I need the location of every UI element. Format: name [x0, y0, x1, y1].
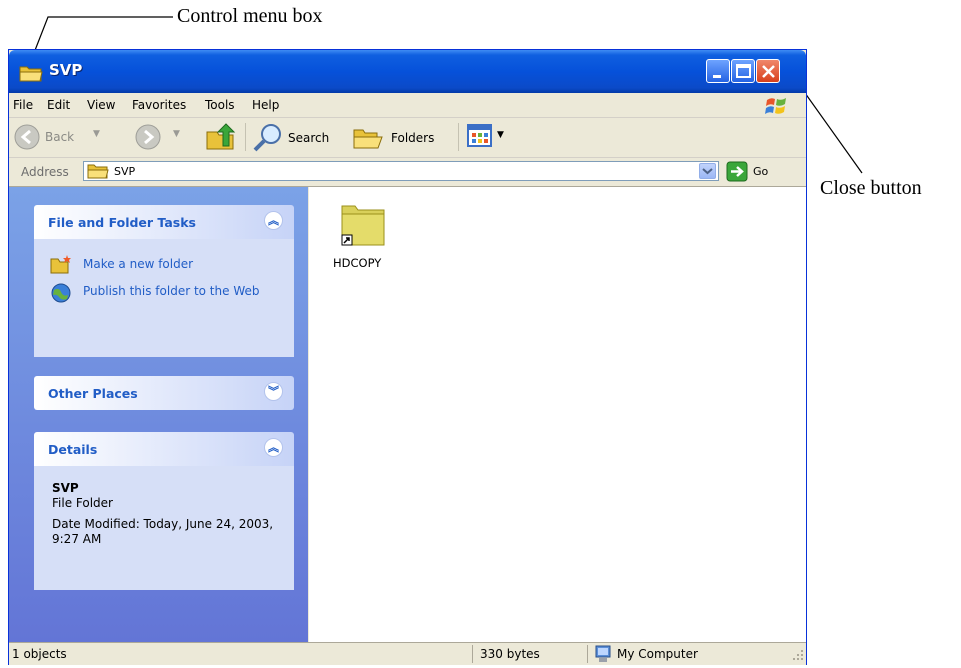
- task-pane: File and Folder Tasks ︽ Make a new folde…: [9, 187, 308, 642]
- status-separator: [472, 645, 473, 663]
- back-dropdown-icon[interactable]: ▼: [93, 129, 100, 139]
- other-places-title: Other Places: [48, 386, 138, 401]
- file-folder-tasks-title: File and Folder Tasks: [48, 215, 196, 230]
- go-button[interactable]: Go: [726, 161, 778, 183]
- close-icon: [762, 65, 775, 78]
- status-size: 330 bytes: [480, 647, 540, 661]
- details-title: Details: [48, 442, 98, 457]
- search-label: Search: [288, 131, 330, 145]
- address-input[interactable]: SVP: [83, 161, 719, 181]
- publish-web-icon: [51, 283, 71, 303]
- go-arrow-icon: [726, 161, 748, 182]
- file-folder-tasks-body: Make a new folder Publish this folder to…: [34, 239, 294, 357]
- back-label: Back: [45, 130, 75, 144]
- back-button[interactable]: Back ▼: [13, 122, 113, 152]
- folders-label: Folders: [391, 131, 435, 145]
- menu-favorites[interactable]: Favorites: [132, 98, 186, 112]
- close-button[interactable]: [756, 59, 780, 83]
- views-button[interactable]: ▼: [467, 124, 509, 150]
- menu-file[interactable]: File: [13, 98, 33, 112]
- minimize-button[interactable]: [706, 59, 730, 83]
- details-name: SVP: [52, 481, 79, 495]
- status-object-count: 1 objects: [12, 647, 67, 661]
- windows-logo-icon: [765, 98, 786, 114]
- collapse-chevron-icon[interactable]: ︽: [264, 438, 283, 457]
- menu-bar: File Edit View Favorites Tools Help: [9, 93, 806, 118]
- views-icon: [467, 124, 492, 147]
- file-name: HDCOPY: [333, 256, 382, 270]
- publish-folder-link[interactable]: Publish this folder to the Web: [83, 284, 263, 298]
- resize-grip-icon[interactable]: [791, 648, 805, 662]
- file-item[interactable]: HDCOPY: [331, 202, 397, 272]
- title-bar[interactable]: SVP: [9, 50, 806, 93]
- forward-dropdown-icon[interactable]: ▼: [173, 129, 180, 139]
- menu-edit[interactable]: Edit: [47, 98, 70, 112]
- up-folder-icon[interactable]: [205, 122, 237, 152]
- make-new-folder-link[interactable]: Make a new folder: [83, 257, 193, 271]
- other-places-header[interactable]: Other Places ︾: [34, 376, 294, 410]
- minimize-icon: [713, 75, 721, 78]
- folder-icon: [87, 164, 109, 179]
- folders-icon: [353, 129, 383, 149]
- chevron-down-icon: [702, 168, 713, 175]
- folder-icon[interactable]: [19, 64, 43, 82]
- maximize-button[interactable]: [731, 59, 755, 83]
- details-header[interactable]: Details ︽: [34, 432, 294, 466]
- address-bar: Address SVP Go: [9, 158, 806, 187]
- details-modified: Date Modified: Today, June 24, 2003, 9:2…: [52, 517, 274, 546]
- folder-shortcut-icon: [341, 205, 385, 246]
- views-dropdown-icon: ▼: [497, 130, 504, 140]
- file-folder-tasks-header[interactable]: File and Folder Tasks ︽: [34, 205, 294, 239]
- back-arrow-icon: [14, 124, 40, 150]
- status-bar: 1 objects 330 bytes My Computer: [9, 642, 806, 665]
- menu-help[interactable]: Help: [252, 98, 279, 112]
- go-label: Go: [753, 165, 769, 178]
- toolbar-separator: [458, 123, 459, 151]
- menu-tools[interactable]: Tools: [205, 98, 235, 112]
- status-location: My Computer: [617, 647, 698, 661]
- search-icon: [253, 124, 281, 152]
- address-value: SVP: [114, 165, 136, 178]
- window-title: SVP: [49, 61, 83, 79]
- folders-button[interactable]: Folders: [351, 122, 451, 152]
- standard-toolbar: Back ▼ ▼ Search Folders ▼: [9, 118, 806, 158]
- toolbar-separator: [245, 123, 246, 151]
- search-button[interactable]: Search: [252, 122, 342, 152]
- close-button-pointer: [799, 85, 863, 174]
- expand-chevron-icon[interactable]: ︾: [264, 382, 283, 401]
- details-body: SVP File Folder Date Modified: Today, Ju…: [34, 466, 294, 590]
- address-label: Address: [21, 165, 69, 179]
- details-type: File Folder: [52, 496, 113, 510]
- folder-content-view: HDCOPY: [309, 187, 806, 642]
- explorer-window: SVP File Edit View Favorites Tools Help: [8, 49, 807, 665]
- collapse-chevron-icon[interactable]: ︽: [264, 211, 283, 230]
- address-dropdown-button[interactable]: [699, 163, 716, 179]
- forward-arrow-icon[interactable]: [134, 123, 162, 151]
- new-folder-icon: [50, 255, 71, 274]
- maximize-icon: [736, 64, 751, 78]
- menu-view[interactable]: View: [87, 98, 115, 112]
- my-computer-icon: [595, 645, 611, 662]
- status-separator: [587, 645, 588, 663]
